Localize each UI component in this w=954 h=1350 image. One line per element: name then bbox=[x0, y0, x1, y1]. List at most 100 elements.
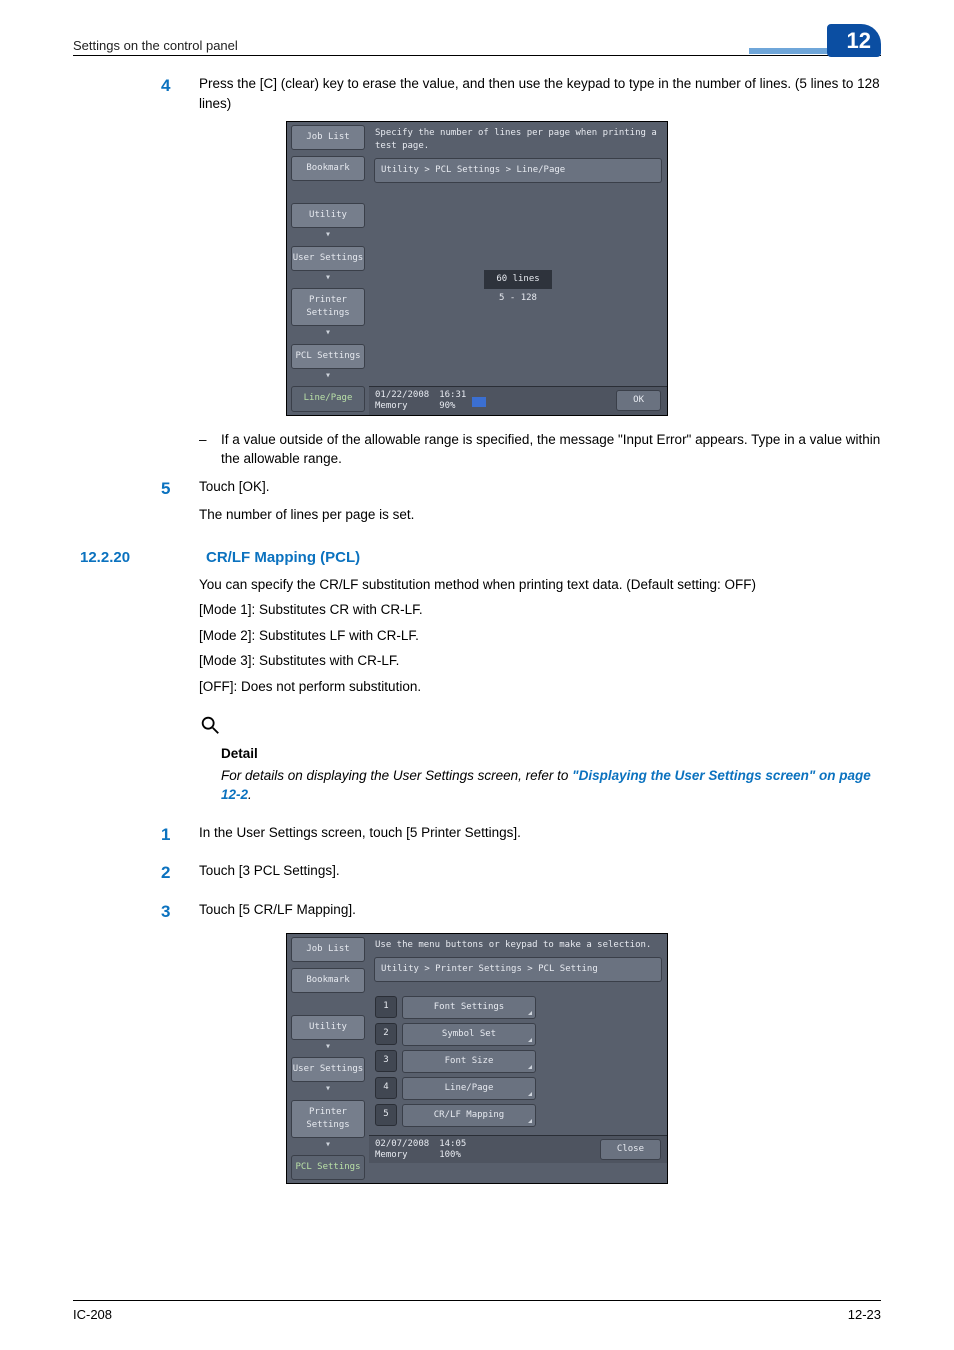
status-time: 14:05 bbox=[439, 1139, 466, 1150]
step-number: 1 bbox=[161, 823, 199, 848]
para-mode2: [Mode 2]: Substitutes LF with CR-LF. bbox=[199, 626, 881, 646]
menu-item: 5 CR/LF Mapping bbox=[375, 1104, 661, 1127]
step-body: In the User Settings screen, touch [5 Pr… bbox=[199, 823, 881, 848]
bookmark-button[interactable]: Bookmark bbox=[291, 156, 365, 181]
detail-label: Detail bbox=[221, 744, 881, 764]
hint-text: Specify the number of lines per page whe… bbox=[369, 122, 667, 158]
menu-item: 3 Font Size bbox=[375, 1050, 661, 1073]
value-display[interactable]: 60 lines bbox=[484, 270, 551, 289]
header-left: Settings on the control panel bbox=[73, 38, 238, 53]
menu-item: 1 Font Settings bbox=[375, 996, 661, 1019]
magnifier-icon bbox=[199, 714, 221, 736]
detail-block: Detail For details on displaying the Use… bbox=[199, 714, 881, 804]
step-5-after: The number of lines per page is set. bbox=[199, 505, 881, 525]
spacer bbox=[287, 996, 369, 1012]
status-memory: 100% bbox=[439, 1150, 466, 1161]
step-b1: 1 In the User Settings screen, touch [5 … bbox=[161, 823, 881, 848]
bookmark-button[interactable]: Bookmark bbox=[291, 968, 365, 993]
step-number: 4 bbox=[161, 74, 199, 113]
status-bar: 02/07/2008 Memory 14:05 100% Close bbox=[369, 1135, 667, 1164]
status-memory-label: Memory bbox=[375, 401, 429, 412]
font-settings-button[interactable]: Font Settings bbox=[402, 996, 536, 1019]
crumb-printer-settings[interactable]: Printer Settings bbox=[291, 1100, 365, 1138]
step-b3: 3 Touch [5 CR/LF Mapping]. bbox=[161, 900, 881, 925]
screenshot-body: Job List Bookmark Utility ▾ User Setting… bbox=[287, 934, 667, 1184]
chevron-down-icon: ▾ bbox=[287, 1082, 369, 1097]
para-off: [OFF]: Does not perform substitution. bbox=[199, 677, 881, 697]
job-list-button[interactable]: Job List bbox=[291, 125, 365, 150]
main-area: Specify the number of lines per page whe… bbox=[369, 122, 667, 414]
status-bar: 01/22/2008 Memory 16:31 90% OK bbox=[369, 386, 667, 415]
breadcrumb: Utility > PCL Settings > Line/Page bbox=[374, 158, 662, 183]
value-area: 60 lines 5 - 128 bbox=[369, 189, 667, 386]
menu-list: 1 Font Settings 2 Symbol Set 3 Font Size bbox=[369, 988, 667, 1135]
tab-accent bbox=[749, 48, 827, 54]
crumb-pcl-settings[interactable]: PCL Settings bbox=[291, 1155, 365, 1180]
font-size-button[interactable]: Font Size bbox=[402, 1050, 536, 1073]
breadcrumb: Utility > Printer Settings > PCL Setting bbox=[374, 957, 662, 982]
menu-item: 2 Symbol Set bbox=[375, 1023, 661, 1046]
step-number: 2 bbox=[161, 861, 199, 886]
dash: – bbox=[199, 430, 221, 469]
step-body: Touch [5 CR/LF Mapping]. bbox=[199, 900, 881, 925]
step-body: Touch [OK]. bbox=[199, 477, 881, 502]
close-button[interactable]: Close bbox=[600, 1139, 661, 1160]
step-number: 3 bbox=[161, 900, 199, 925]
menu-index[interactable]: 1 bbox=[375, 996, 397, 1018]
line-page-button[interactable]: Line/Page bbox=[402, 1077, 536, 1100]
screenshot-body: Job List Bookmark Utility ▾ User Setting… bbox=[287, 122, 667, 414]
screenshot-linepage: Job List Bookmark Utility ▾ User Setting… bbox=[286, 121, 668, 415]
status-date: 02/07/2008 bbox=[375, 1139, 429, 1150]
detail-post: . bbox=[248, 787, 252, 802]
symbol-set-button[interactable]: Symbol Set bbox=[402, 1023, 536, 1046]
detail-body: For details on displaying the User Setti… bbox=[221, 766, 881, 805]
note-text: If a value outside of the allowable rang… bbox=[221, 430, 881, 469]
ok-button[interactable]: OK bbox=[616, 390, 661, 411]
step-b2: 2 Touch [3 PCL Settings]. bbox=[161, 861, 881, 886]
menu-index[interactable]: 5 bbox=[375, 1104, 397, 1126]
crumb-user-settings[interactable]: User Settings bbox=[291, 1057, 365, 1082]
value-range: 5 - 128 bbox=[499, 292, 537, 305]
content: 4 Press the [C] (clear) key to erase the… bbox=[73, 56, 881, 1184]
status-date: 01/22/2008 bbox=[375, 390, 429, 401]
section-title: CR/LF Mapping (PCL) bbox=[206, 547, 360, 569]
job-list-button[interactable]: Job List bbox=[291, 937, 365, 962]
chevron-down-icon: ▾ bbox=[287, 271, 369, 286]
chevron-down-icon: ▾ bbox=[287, 1138, 369, 1153]
step-5: 5 Touch [OK]. bbox=[161, 477, 881, 502]
screenshot-pcl-menu: Job List Bookmark Utility ▾ User Setting… bbox=[286, 933, 668, 1185]
status-memory-label: Memory bbox=[375, 1150, 429, 1161]
crumb-line-page[interactable]: Line/Page bbox=[291, 386, 365, 411]
menu-index[interactable]: 4 bbox=[375, 1077, 397, 1099]
status-icon bbox=[472, 397, 486, 407]
crumb-pcl-settings[interactable]: PCL Settings bbox=[291, 344, 365, 369]
hint-text: Use the menu buttons or keypad to make a… bbox=[369, 934, 667, 957]
detail-pre: For details on displaying the User Setti… bbox=[221, 768, 572, 783]
sidebar: Job List Bookmark Utility ▾ User Setting… bbox=[287, 934, 369, 1184]
spacer bbox=[287, 184, 369, 200]
chevron-down-icon: ▾ bbox=[287, 326, 369, 341]
header-right: 12 bbox=[827, 30, 881, 53]
para-mode1: [Mode 1]: Substitutes CR with CR-LF. bbox=[199, 600, 881, 620]
main-area: Use the menu buttons or keypad to make a… bbox=[369, 934, 667, 1184]
footer-left: IC-208 bbox=[73, 1307, 112, 1322]
step-body: Touch [3 PCL Settings]. bbox=[199, 861, 881, 886]
crumb-utility[interactable]: Utility bbox=[291, 203, 365, 228]
menu-index[interactable]: 2 bbox=[375, 1023, 397, 1045]
crumb-user-settings[interactable]: User Settings bbox=[291, 246, 365, 271]
crlf-mapping-button[interactable]: CR/LF Mapping bbox=[402, 1104, 536, 1127]
chapter-tab: 12 bbox=[827, 24, 881, 57]
chevron-down-icon: ▾ bbox=[287, 369, 369, 384]
step-4-note: – If a value outside of the allowable ra… bbox=[199, 430, 881, 469]
page-header: Settings on the control panel 12 bbox=[73, 30, 881, 56]
page-footer: IC-208 12-23 bbox=[73, 1300, 881, 1322]
crumb-utility[interactable]: Utility bbox=[291, 1015, 365, 1040]
menu-index[interactable]: 3 bbox=[375, 1050, 397, 1072]
chevron-down-icon: ▾ bbox=[287, 1040, 369, 1055]
section-heading: 12.2.20 CR/LF Mapping (PCL) bbox=[73, 547, 881, 569]
status-left: 02/07/2008 Memory bbox=[375, 1139, 429, 1161]
crumb-printer-settings[interactable]: Printer Settings bbox=[291, 288, 365, 326]
page: Settings on the control panel 12 4 Press… bbox=[0, 0, 954, 1350]
status-time: 16:31 bbox=[439, 390, 466, 401]
status-mid: 16:31 90% bbox=[439, 390, 466, 412]
